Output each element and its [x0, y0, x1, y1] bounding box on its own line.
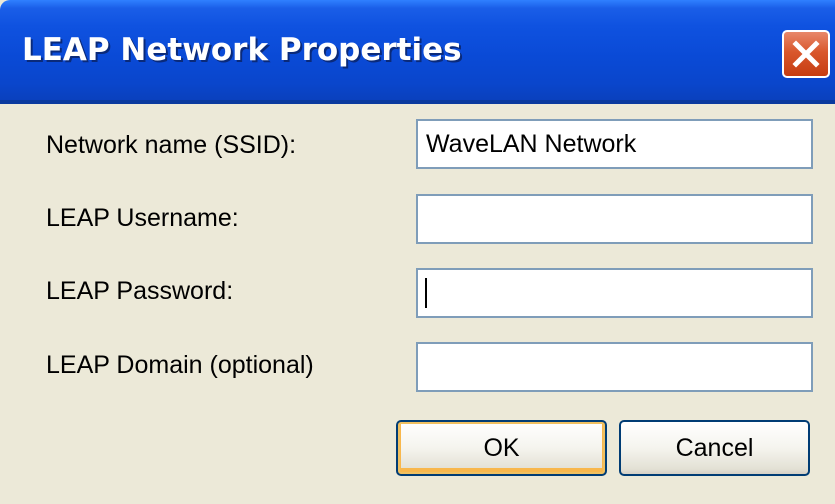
username-label: LEAP Username:	[46, 204, 239, 232]
username-input[interactable]	[416, 194, 813, 244]
password-label: LEAP Password:	[46, 277, 234, 305]
password-input[interactable]	[416, 268, 813, 318]
leap-network-properties-dialog: LEAP Network Properties Network name (SS…	[0, 0, 835, 504]
ssid-input[interactable]	[416, 119, 813, 169]
text-caret	[425, 278, 427, 308]
domain-input[interactable]	[416, 342, 813, 392]
dialog-title: LEAP Network Properties	[22, 32, 462, 68]
domain-label: LEAP Domain (optional)	[46, 351, 314, 379]
ssid-label: Network name (SSID):	[46, 131, 297, 159]
close-button[interactable]	[782, 30, 830, 78]
close-icon	[792, 40, 820, 68]
title-bar[interactable]: LEAP Network Properties	[0, 0, 835, 104]
ok-button[interactable]: OK	[396, 420, 607, 476]
cancel-button[interactable]: Cancel	[619, 420, 810, 476]
